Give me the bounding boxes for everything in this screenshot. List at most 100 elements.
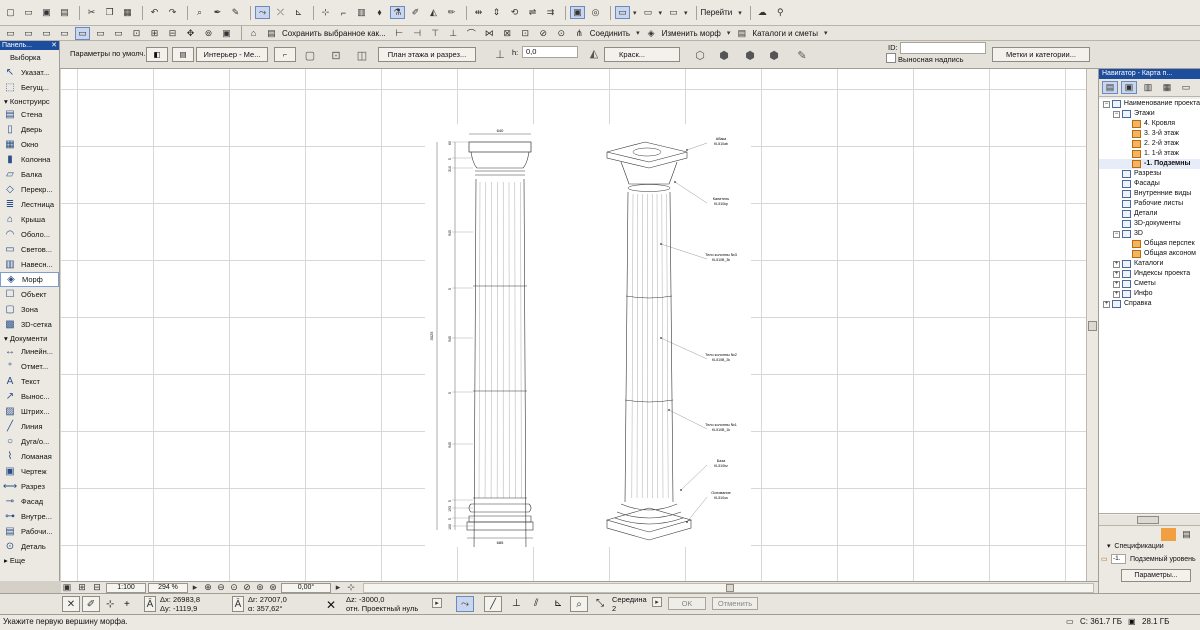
lock-icon[interactable]: ⊘ (536, 27, 551, 40)
tool-top-1[interactable]: ⬚ Бегущ... (0, 80, 59, 95)
tree-item[interactable]: Разрезы (1099, 169, 1200, 179)
zoom-field[interactable]: 294 % (148, 582, 188, 593)
pencil-icon[interactable]: ✐ (408, 6, 423, 19)
bisector-icon[interactable]: ⊾ (554, 598, 562, 609)
tool-document-4[interactable]: ▨ Штрих... (0, 404, 59, 419)
tree-item[interactable]: 1. 1-й этаж (1099, 149, 1200, 159)
coord-lock-icon[interactable]: Ā (144, 596, 156, 612)
reference-arrow-icon[interactable]: ▸ (432, 598, 442, 608)
tool-construct-4[interactable]: ▱ Балка (0, 167, 59, 182)
line-mode-icon[interactable]: ╱ (484, 596, 502, 612)
unlock-icon[interactable]: ⊙ (554, 27, 569, 40)
construct-group[interactable]: ▾ Конструирс (0, 95, 59, 107)
tool-select[interactable]: Выборка (0, 50, 59, 65)
expand-icon[interactable]: + (1113, 280, 1120, 288)
tree-item[interactable]: + Каталоги (1099, 259, 1200, 269)
home-icon[interactable]: ⌂ (246, 27, 261, 40)
more-group[interactable]: ▸ Еще (0, 554, 59, 566)
connect-menu[interactable]: Соединить (590, 29, 630, 38)
layout-icon[interactable]: ⌐ (336, 6, 351, 19)
intersect-icon[interactable]: ⊤ (428, 27, 443, 40)
expand-icon[interactable]: + (1113, 290, 1120, 298)
split-icon[interactable]: ⊢ (392, 27, 407, 40)
document-icon[interactable]: ▭ (111, 27, 126, 40)
perpendicular-icon[interactable]: ⊥ (512, 598, 521, 609)
tool-document-8[interactable]: ▣ Чертеж (0, 464, 59, 479)
new-file-icon[interactable]: ▢ (3, 6, 18, 19)
tree-item[interactable]: − Этажи (1099, 109, 1200, 119)
tracker-icon[interactable]: ✐ (82, 596, 100, 612)
layout-book-icon[interactable]: ▥ (1140, 81, 1156, 94)
print-icon[interactable]: ▤ (57, 6, 72, 19)
tool-construct-12[interactable]: ☐ Объект (0, 287, 59, 302)
brush-icon[interactable]: ✏ (444, 6, 459, 19)
bucket-icon[interactable]: ◭ (426, 6, 441, 19)
rectangle-icon[interactable]: ▢ (302, 47, 318, 63)
tool-document-6[interactable]: ○ Дуга/о... (0, 434, 59, 449)
settings-icon[interactable]: ▤ (1179, 528, 1194, 541)
change-morph-menu[interactable]: Изменить морф (662, 29, 721, 38)
tool-document-13[interactable]: ⊙ Деталь (0, 539, 59, 554)
pen-set-icon[interactable]: ✎ (794, 47, 810, 63)
box-icon[interactable]: ⊡ (328, 47, 344, 63)
go-to-menu[interactable]: Перейти (701, 8, 733, 17)
adjust-icon[interactable]: ⊣ (410, 27, 425, 40)
tool-document-5[interactable]: ╱ Линия (0, 419, 59, 434)
scroll-thumb[interactable] (726, 583, 734, 592)
snap-points-icon[interactable]: ⊾ (291, 6, 306, 19)
open-folder-icon[interactable]: ▭ (21, 6, 36, 19)
worksheet-icon[interactable]: ▭ (75, 26, 90, 40)
callout-checkbox[interactable] (886, 53, 896, 63)
tree-item[interactable]: 2. 2-й этаж (1099, 139, 1200, 149)
scroll-thumb[interactable] (1088, 321, 1097, 331)
elevation-icon[interactable]: ▭ (39, 27, 54, 40)
tree-item[interactable]: Рабочие листы (1099, 199, 1200, 209)
id-field[interactable] (900, 42, 986, 54)
tool-construct-7[interactable]: ⌂ Крыша (0, 212, 59, 227)
document-group[interactable]: ▾ Документи (0, 332, 59, 344)
tool-construct-14[interactable]: ▩ 3D-сетка (0, 317, 59, 332)
tool-document-10[interactable]: ⊸ Фасад (0, 494, 59, 509)
tool-document-7[interactable]: ⌇ Ломаная (0, 449, 59, 464)
undo-icon[interactable]: ↶ (147, 6, 162, 19)
special-snap-icon[interactable]: ⤡ (596, 598, 604, 609)
tool-construct-3[interactable]: ▮ Колонна (0, 152, 59, 167)
publisher-icon[interactable]: ▦ (1159, 81, 1175, 94)
tree-item[interactable]: -1. Подземны (1099, 159, 1200, 169)
three-d-icon[interactable]: ◎ (588, 6, 603, 19)
tool-construct-2[interactable]: ▦ Окно (0, 137, 59, 152)
save-selection-icon[interactable]: ▤ (264, 27, 279, 40)
gravity-icon[interactable]: ⤳ (255, 6, 270, 19)
redo-icon[interactable]: ↷ (165, 6, 180, 19)
scale-field[interactable]: 1:100 (106, 582, 146, 593)
vertical-scrollbar[interactable] (1086, 69, 1098, 581)
tree-item[interactable]: Внутренние виды (1099, 189, 1200, 199)
surface-icon[interactable]: ⬡ (692, 47, 708, 63)
layer-combo-icon[interactable]: ▭ (615, 6, 630, 19)
fillet-icon[interactable]: ⌒ (464, 27, 479, 40)
syringe-icon[interactable]: ✎ (228, 6, 243, 19)
expand-icon[interactable]: + (1113, 260, 1120, 268)
collapse-icon[interactable]: − (1103, 100, 1110, 108)
tree-item[interactable]: + Сметы (1099, 279, 1200, 289)
guide-lines-icon[interactable]: ⤫ (273, 6, 288, 19)
interior-icon[interactable]: ▭ (57, 27, 72, 40)
project-map-icon[interactable]: ▤ (1102, 81, 1118, 94)
tool-construct-10[interactable]: ▥ Навесн... (0, 257, 59, 272)
tool-document-3[interactable]: ↗ Вынос... (0, 389, 59, 404)
ungroup-icon[interactable]: ⊡ (518, 27, 533, 40)
drag-icon[interactable]: ⇕ (489, 6, 504, 19)
tree-item[interactable]: Общая аксоном (1099, 249, 1200, 259)
rotate-icon[interactable]: ⟲ (507, 6, 522, 19)
tree-item[interactable]: Детали (1099, 209, 1200, 219)
expand-icon[interactable]: + (1113, 270, 1120, 278)
tree-item[interactable]: + Инфо (1099, 289, 1200, 299)
tool-document-1[interactable]: ⁺ Отмет... (0, 359, 59, 374)
zero-reference[interactable]: отн. Проектный нуль (346, 604, 418, 613)
collapse-icon[interactable]: − (1113, 230, 1120, 238)
surface-2-icon[interactable]: ⬢ (716, 47, 732, 63)
polar-lock-icon[interactable]: Ā (232, 596, 244, 612)
detail-icon[interactable]: ▭ (93, 27, 108, 40)
trim-icon[interactable]: ⊥ (446, 27, 461, 40)
tool-document-12[interactable]: ▤ Рабочи... (0, 524, 59, 539)
